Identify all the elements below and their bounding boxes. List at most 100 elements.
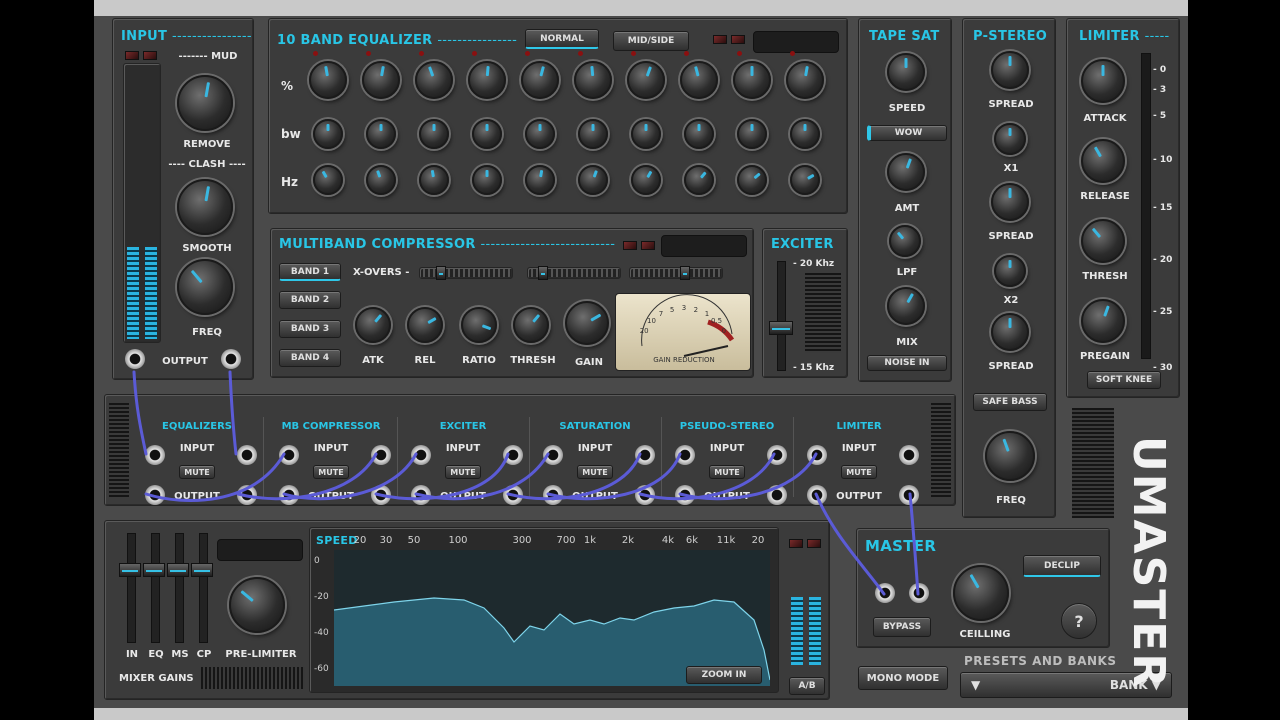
fader-eq-track[interactable]: [151, 533, 160, 643]
module-4-output-jack-r[interactable]: [635, 485, 655, 505]
eq-freq-knob-7[interactable]: [631, 165, 661, 195]
module-2-mute-button[interactable]: MUTE: [313, 465, 349, 479]
ab-button[interactable]: A/B: [789, 677, 825, 695]
xover-slider-2[interactable]: [527, 266, 621, 280]
eq-gain-knob-6[interactable]: [574, 61, 612, 99]
x2-knob[interactable]: [994, 255, 1026, 287]
band-4-button[interactable]: BAND 4: [279, 349, 341, 367]
module-2-output-jack-l[interactable]: [279, 485, 299, 505]
ratio-knob[interactable]: [461, 307, 497, 343]
release-knob[interactable]: [1081, 139, 1125, 183]
module-3-output-jack-r[interactable]: [503, 485, 523, 505]
module-2-input-jack-l[interactable]: [279, 445, 299, 465]
tape-mix-knob[interactable]: [887, 287, 925, 325]
smooth-knob[interactable]: [177, 179, 233, 235]
limiter-thresh-knob[interactable]: [1081, 219, 1125, 263]
module-6-input-jack-l[interactable]: [807, 445, 827, 465]
module-4-mute-button[interactable]: MUTE: [577, 465, 613, 479]
spread-1-knob[interactable]: [991, 51, 1029, 89]
module-3-mute-button[interactable]: MUTE: [445, 465, 481, 479]
eq-bw-knob-10[interactable]: [790, 119, 820, 149]
noise-in-button[interactable]: NOISE IN: [867, 355, 947, 371]
pstereo-freq-knob[interactable]: [985, 431, 1035, 481]
module-1-output-jack-l[interactable]: [145, 485, 165, 505]
pregain-knob[interactable]: [1081, 299, 1125, 343]
module-6-mute-button[interactable]: MUTE: [841, 465, 877, 479]
eq-gain-knob-9[interactable]: [733, 61, 771, 99]
midside-button[interactable]: MID/SIDE: [613, 31, 689, 51]
eq-freq-knob-9[interactable]: [737, 165, 767, 195]
eq-freq-knob-10[interactable]: [790, 165, 820, 195]
master-jack-right[interactable]: [909, 583, 929, 603]
band-2-button[interactable]: BAND 2: [279, 291, 341, 309]
fader-ms-track[interactable]: [175, 533, 184, 643]
thresh-knob[interactable]: [513, 307, 549, 343]
tape-speed-knob[interactable]: [887, 53, 925, 91]
eq-freq-knob-4[interactable]: [472, 165, 502, 195]
tape-amt-knob[interactable]: [887, 153, 925, 191]
declip-button[interactable]: DECLIP: [1023, 555, 1101, 577]
module-1-input-jack-l[interactable]: [145, 445, 165, 465]
module-4-output-jack-l[interactable]: [543, 485, 563, 505]
module-6-output-jack-r[interactable]: [899, 485, 919, 505]
rel-knob[interactable]: [407, 307, 443, 343]
eq-gain-knob-10[interactable]: [786, 61, 824, 99]
attack-knob[interactable]: [1081, 59, 1125, 103]
soft-knee-button[interactable]: SOFT KNEE: [1087, 371, 1161, 389]
module-2-output-jack-r[interactable]: [371, 485, 391, 505]
module-1-mute-button[interactable]: MUTE: [179, 465, 215, 479]
eq-bw-knob-6[interactable]: [578, 119, 608, 149]
module-5-output-jack-r[interactable]: [767, 485, 787, 505]
eq-bw-knob-1[interactable]: [313, 119, 343, 149]
fader-cp-track[interactable]: [199, 533, 208, 643]
remove-knob[interactable]: [177, 75, 233, 131]
eq-freq-knob-5[interactable]: [525, 165, 555, 195]
eq-bw-knob-4[interactable]: [472, 119, 502, 149]
eq-gain-knob-8[interactable]: [680, 61, 718, 99]
gain-knob[interactable]: [565, 301, 609, 345]
module-5-mute-button[interactable]: MUTE: [709, 465, 745, 479]
module-5-input-jack-r[interactable]: [767, 445, 787, 465]
eq-freq-knob-6[interactable]: [578, 165, 608, 195]
xover-slider-1[interactable]: [419, 266, 513, 280]
freq-knob[interactable]: [177, 259, 233, 315]
bypass-button[interactable]: BYPASS: [873, 617, 931, 637]
eq-gain-knob-7[interactable]: [627, 61, 665, 99]
pre-limiter-knob[interactable]: [229, 577, 285, 633]
module-4-input-jack-l[interactable]: [543, 445, 563, 465]
spread-3-knob[interactable]: [991, 313, 1029, 351]
module-4-input-jack-r[interactable]: [635, 445, 655, 465]
eq-bw-knob-8[interactable]: [684, 119, 714, 149]
eq-freq-knob-3[interactable]: [419, 165, 449, 195]
fader-ms-handle[interactable]: [167, 563, 189, 577]
eq-gain-knob-2[interactable]: [362, 61, 400, 99]
eq-freq-knob-8[interactable]: [684, 165, 714, 195]
eq-freq-knob-1[interactable]: [313, 165, 343, 195]
eq-bw-knob-9[interactable]: [737, 119, 767, 149]
input-jack-left[interactable]: [125, 349, 145, 369]
eq-gain-knob-3[interactable]: [415, 61, 453, 99]
eq-freq-knob-2[interactable]: [366, 165, 396, 195]
zoom-in-button[interactable]: ZOOM IN: [686, 666, 762, 684]
module-1-output-jack-r[interactable]: [237, 485, 257, 505]
eq-bw-knob-2[interactable]: [366, 119, 396, 149]
wow-button[interactable]: WOW: [867, 125, 947, 141]
exciter-slider-track[interactable]: [777, 261, 786, 371]
exciter-slider-handle[interactable]: [769, 321, 793, 335]
master-jack-left[interactable]: [875, 583, 895, 603]
eq-gain-knob-4[interactable]: [468, 61, 506, 99]
help-button[interactable]: ?: [1061, 603, 1097, 639]
eq-gain-knob-5[interactable]: [521, 61, 559, 99]
fader-cp-handle[interactable]: [191, 563, 213, 577]
fader-in-track[interactable]: [127, 533, 136, 643]
fader-eq-handle[interactable]: [143, 563, 165, 577]
module-3-input-jack-l[interactable]: [411, 445, 431, 465]
ceiling-knob[interactable]: [953, 565, 1009, 621]
module-1-input-jack-r[interactable]: [237, 445, 257, 465]
x1-knob[interactable]: [994, 123, 1026, 155]
module-6-input-jack-r[interactable]: [899, 445, 919, 465]
eq-bw-knob-7[interactable]: [631, 119, 661, 149]
module-3-input-jack-r[interactable]: [503, 445, 523, 465]
module-5-output-jack-l[interactable]: [675, 485, 695, 505]
eq-bw-knob-5[interactable]: [525, 119, 555, 149]
